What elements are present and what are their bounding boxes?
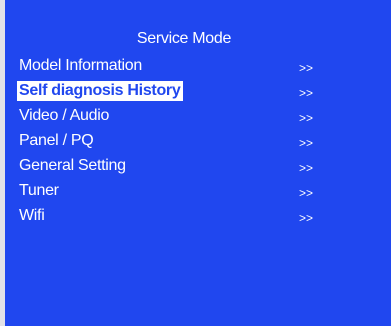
menu-item-panel-pq[interactable]: Panel / PQ >>: [5, 131, 391, 156]
menu-item-label: Model Information: [19, 57, 142, 74]
menu-item-label: Self diagnosis History: [17, 81, 184, 101]
submenu-arrow-icon: >>: [299, 186, 314, 200]
submenu-arrow-icon: >>: [299, 111, 314, 125]
menu-item-tuner[interactable]: Tuner >>: [5, 181, 391, 206]
service-menu: Model Information >> Self diagnosis Hist…: [5, 56, 391, 231]
submenu-arrow-icon: >>: [299, 86, 314, 100]
submenu-arrow-icon: >>: [299, 161, 314, 175]
menu-item-model-information[interactable]: Model Information >>: [5, 56, 391, 81]
submenu-arrow-icon: >>: [299, 136, 314, 150]
menu-item-label: Video / Audio: [19, 107, 110, 124]
menu-item-video-audio[interactable]: Video / Audio >>: [5, 106, 391, 131]
menu-item-self-diagnosis-history[interactable]: Self diagnosis History >>: [5, 81, 391, 106]
menu-item-general-setting[interactable]: General Setting >>: [5, 156, 391, 181]
menu-item-wifi[interactable]: Wifi >>: [5, 206, 391, 231]
menu-item-label: Panel / PQ: [19, 132, 94, 149]
submenu-arrow-icon: >>: [299, 61, 314, 75]
menu-item-label: General Setting: [19, 157, 126, 174]
service-mode-screen: Service Mode Model Information >> Self d…: [5, 0, 391, 326]
page-title: Service Mode: [136, 30, 232, 47]
menu-item-label: Tuner: [19, 182, 59, 199]
menu-item-label: Wifi: [19, 207, 45, 224]
submenu-arrow-icon: >>: [299, 211, 314, 225]
